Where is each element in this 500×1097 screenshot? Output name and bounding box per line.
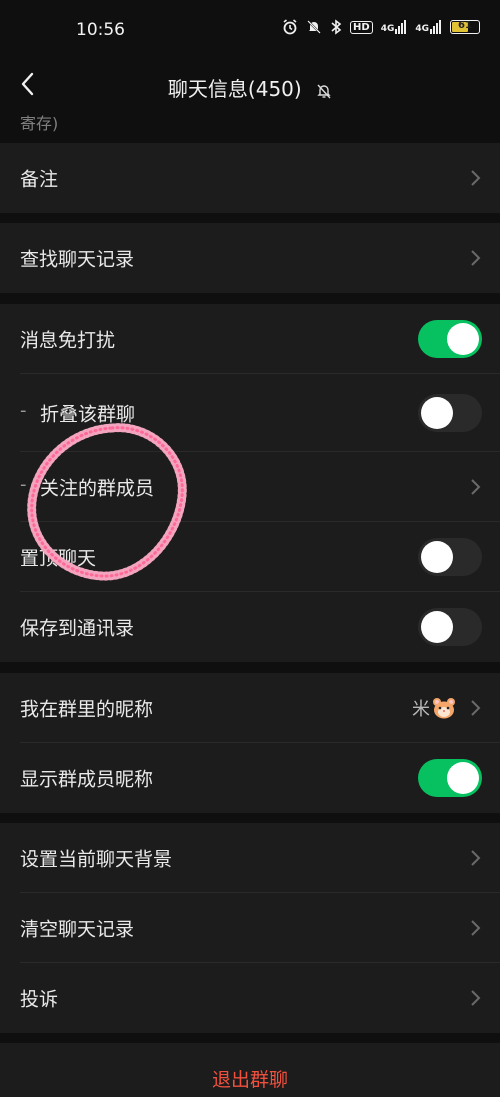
bell-off-icon xyxy=(307,20,321,34)
status-time: 10:56 xyxy=(76,20,125,40)
followed-members-row[interactable]: - 关注的群成员 xyxy=(0,452,500,522)
battery-level: 61 xyxy=(458,20,472,31)
pin-row: 置顶聊天 xyxy=(0,522,500,592)
fold-label: 折叠该群聊 xyxy=(40,403,136,426)
nickname-text: 米 xyxy=(412,699,430,720)
chevron-right-icon xyxy=(471,850,481,866)
my-nickname-value: 米 xyxy=(412,695,456,721)
search-history-row[interactable]: 查找聊天记录 xyxy=(0,223,500,293)
battery-icon: 61 xyxy=(450,20,480,34)
chevron-right-icon xyxy=(471,170,481,186)
status-bar: 10:56 HD 4G 4G 61 xyxy=(0,0,500,60)
chevron-right-icon xyxy=(471,700,481,716)
signal-icon xyxy=(395,20,407,34)
exit-group-button[interactable]: 退出群聊 xyxy=(0,1043,500,1097)
fold-row: - 折叠该群聊 xyxy=(0,374,500,452)
network-4g-1: 4G xyxy=(381,20,408,34)
show-nickname-toggle[interactable] xyxy=(418,759,482,797)
bluetooth-icon xyxy=(331,19,342,35)
truncated-text: 寄存) xyxy=(20,114,59,133)
clear-history-label: 清空聊天记录 xyxy=(20,918,135,941)
pin-label: 置顶聊天 xyxy=(20,547,97,570)
my-nickname-row[interactable]: 我在群里的昵称 米 xyxy=(0,673,500,743)
save-contacts-row: 保存到通讯录 xyxy=(0,592,500,662)
pin-toggle[interactable] xyxy=(418,538,482,576)
nav-bar: 聊天信息(450) xyxy=(0,60,500,112)
dnd-toggle[interactable] xyxy=(418,320,482,358)
clear-history-row[interactable]: 清空聊天记录 xyxy=(0,893,500,963)
show-nickname-label: 显示群成员昵称 xyxy=(20,768,154,791)
chevron-right-icon xyxy=(471,990,481,1006)
page-title-text: 聊天信息(450) xyxy=(167,77,302,101)
chevron-right-icon xyxy=(471,250,481,266)
save-contacts-toggle[interactable] xyxy=(418,608,482,646)
dnd-label: 消息免打扰 xyxy=(20,329,116,352)
hamster-face-icon xyxy=(433,698,455,719)
signal-icon-2 xyxy=(430,20,441,34)
alarm-icon xyxy=(283,19,297,35)
chevron-right-icon xyxy=(471,920,481,936)
fold-toggle[interactable] xyxy=(418,394,482,432)
remark-label: 备注 xyxy=(20,168,59,191)
chat-background-row[interactable]: 设置当前聊天背景 xyxy=(0,823,500,893)
bell-off-icon xyxy=(317,84,331,98)
followed-members-label: 关注的群成员 xyxy=(40,477,155,500)
search-history-label: 查找聊天记录 xyxy=(20,248,135,271)
report-row[interactable]: 投诉 xyxy=(0,963,500,1033)
exit-group-label: 退出群聊 xyxy=(211,1069,288,1091)
network-4g-2: 4G xyxy=(415,20,442,34)
chevron-right-icon xyxy=(471,479,481,495)
page-title: 聊天信息(450) xyxy=(0,73,500,102)
status-icons: HD 4G 4G 61 xyxy=(282,19,480,35)
chat-background-label: 设置当前聊天背景 xyxy=(20,848,173,871)
report-label: 投诉 xyxy=(20,988,59,1011)
save-contacts-label: 保存到通讯录 xyxy=(20,617,135,640)
remark-row[interactable]: 备注 xyxy=(0,143,500,213)
hd-badge: HD xyxy=(350,20,373,34)
my-nickname-label: 我在群里的昵称 xyxy=(20,698,154,721)
show-nickname-row: 显示群成员昵称 xyxy=(0,743,500,813)
dnd-row: 消息免打扰 xyxy=(0,304,500,374)
